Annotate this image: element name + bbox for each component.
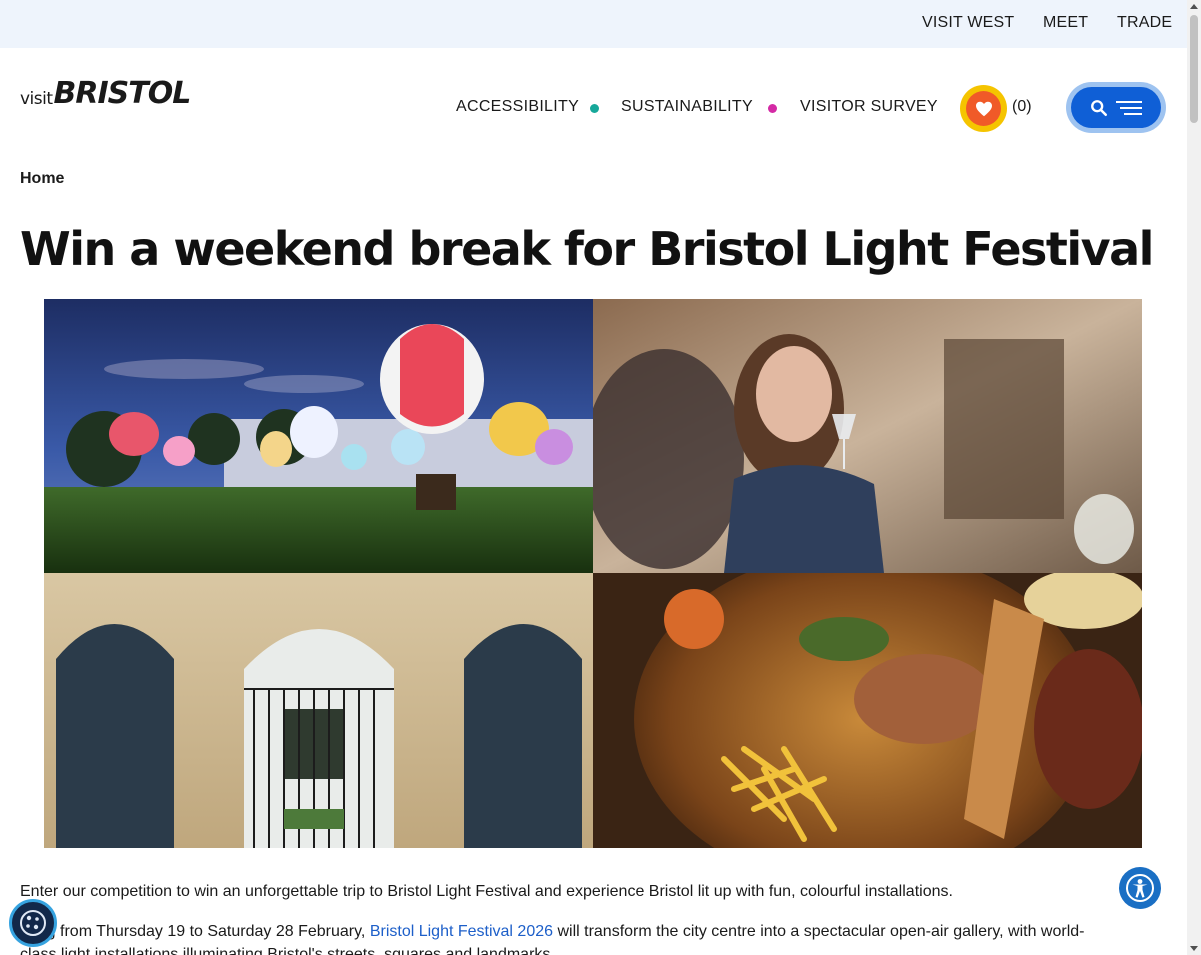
page-scrollbar[interactable] [1187,0,1201,955]
scroll-up-arrow[interactable] [1190,4,1198,9]
favourites-button[interactable] [960,85,1007,132]
favourites-count: (0) [1012,98,1032,115]
scroll-down-arrow[interactable] [1190,946,1198,951]
visit-west-link[interactable]: VISIT WEST [922,14,1014,32]
balloons-night-image [44,299,593,573]
light-festival-link[interactable]: Bristol Light Festival 2026 [370,923,553,940]
body-paragraph-continued: class light installations illuminating B… [20,946,555,955]
favourites-button-inner [966,91,1001,126]
site-logo[interactable]: visit BRISTOL [20,76,192,111]
utility-bar: VISIT WEST MEET TRADE [0,0,1187,48]
scrollbar-thumb[interactable] [1190,15,1198,123]
hotel-arch-image [44,573,593,848]
food-platter-image [593,573,1142,848]
nav-visitor-survey[interactable]: VISITOR SURVEY [800,98,938,116]
intro-paragraph: Enter our competition to win an unforget… [20,883,953,900]
nav-separator-dot [590,104,599,113]
trade-link[interactable]: TRADE [1117,14,1172,32]
search-menu-button[interactable] [1066,82,1166,133]
cookie-settings-button[interactable] [9,899,57,947]
woman-wine-image [593,299,1142,573]
hamburger-icon [1116,100,1143,115]
nav-accessibility[interactable]: ACCESSIBILITY [456,98,579,116]
breadcrumb: Home [20,170,64,188]
page-title: Win a weekend break for Bristol Light Fe… [20,222,1154,276]
body-text-start: rning from Thursday 19 to Saturday 28 Fe… [20,923,370,940]
meet-link[interactable]: MEET [1043,14,1088,32]
search-menu-button-inner [1071,87,1161,128]
nav-sustainability[interactable]: SUSTAINABILITY [621,98,753,116]
breadcrumb-home-link[interactable]: Home [20,170,64,187]
logo-visit-text: visit [20,89,53,109]
search-icon [1090,99,1107,116]
body-text-end: will transform the city centre into a sp… [553,923,1085,940]
accessibility-icon [1126,874,1154,902]
heart-icon [975,101,992,116]
hero-image-collage [44,299,1142,848]
nav-separator-dot [768,104,777,113]
logo-bristol-text: BRISTOL [53,76,192,111]
body-paragraph: rning from Thursday 19 to Saturday 28 Fe… [20,922,1084,942]
accessibility-widget-button[interactable] [1119,867,1161,909]
cookie-icon [20,910,46,936]
